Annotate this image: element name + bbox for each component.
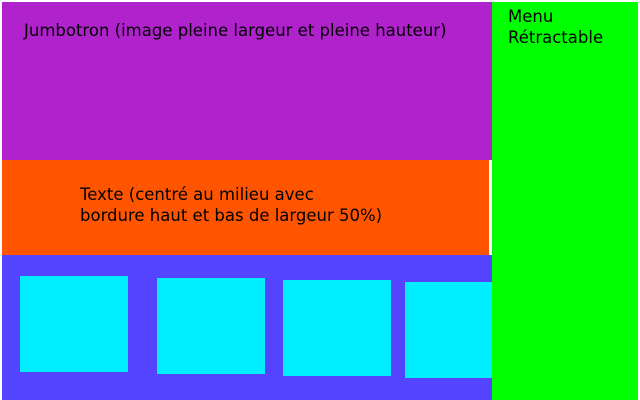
text-band-line-1: Texte (centré au milieu avec: [80, 185, 314, 204]
menu-label-line-1: Menu: [508, 7, 554, 26]
jumbotron-label: Jumbotron (image pleine largeur et plein…: [24, 21, 447, 40]
text-band-label: Texte (centré au milieu avec bordure hau…: [80, 184, 382, 226]
gallery-item-2: [157, 278, 265, 374]
menu-label-line-2: Rétractable: [508, 28, 604, 47]
gallery-item-4: [405, 282, 492, 378]
retractable-menu-region: Menu Rétractable: [492, 2, 638, 400]
layout-wireframe: Jumbotron (image pleine largeur et plein…: [0, 0, 640, 400]
jumbotron-region: Jumbotron (image pleine largeur et plein…: [2, 2, 492, 160]
text-band-region: Texte (centré au milieu avec bordure hau…: [2, 160, 489, 255]
gallery-region: [2, 255, 492, 400]
gallery-item-1: [20, 276, 128, 372]
gallery-item-3: [283, 280, 391, 376]
text-band-line-2: bordure haut et bas de largeur 50%): [80, 206, 383, 225]
menu-label: Menu Rétractable: [508, 6, 603, 48]
